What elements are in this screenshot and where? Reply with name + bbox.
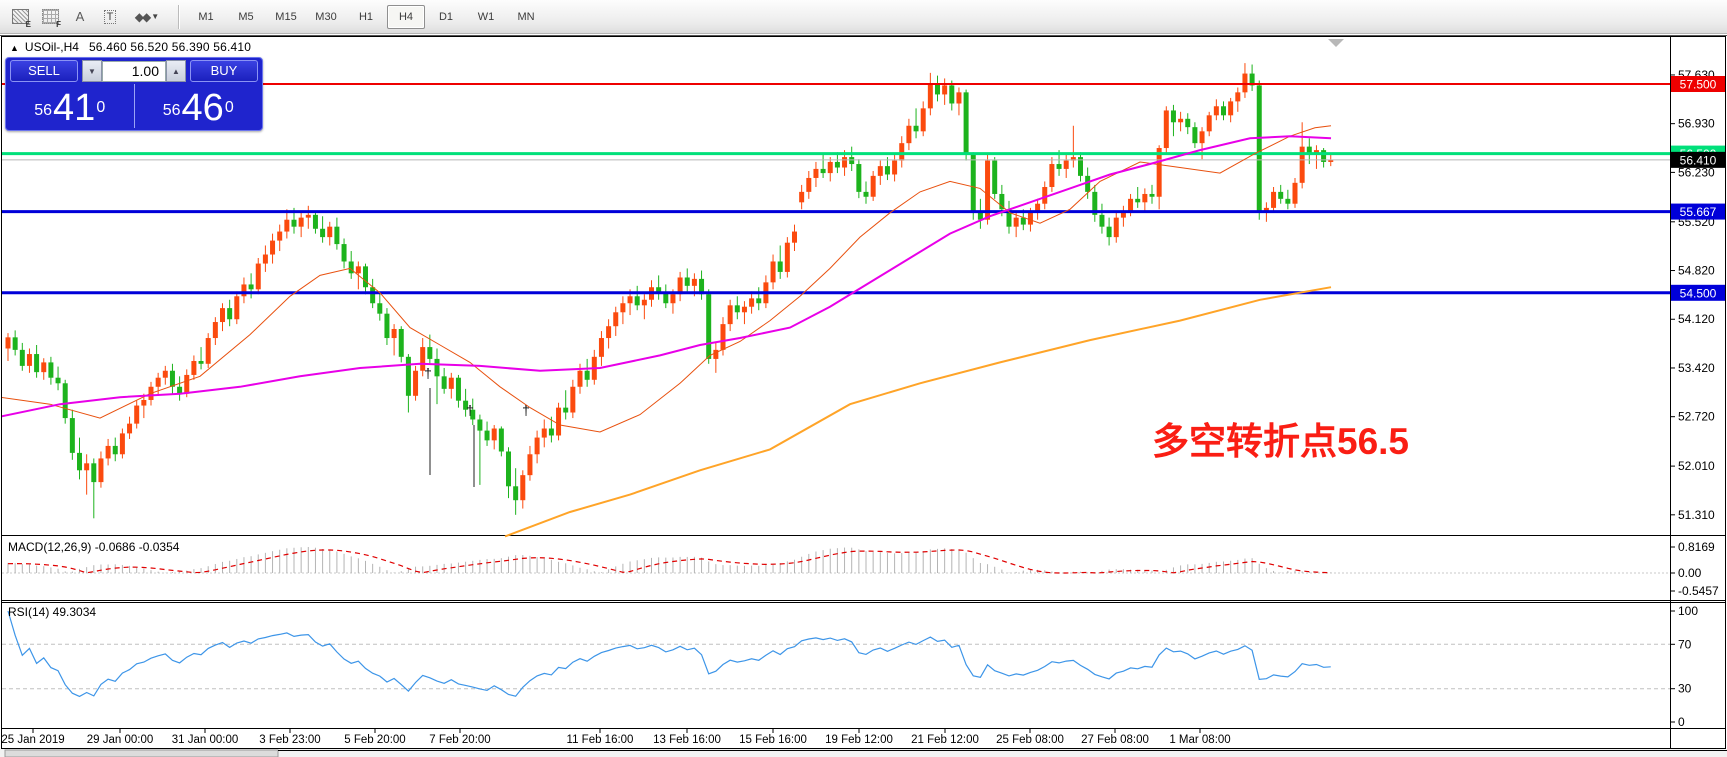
svg-text:19 Feb 12:00: 19 Feb 12:00 bbox=[825, 734, 893, 746]
svg-text:100: 100 bbox=[1678, 604, 1698, 618]
volume-stepper: ▼ 1.00 ▲ bbox=[82, 60, 186, 82]
svg-text:54.820: 54.820 bbox=[1678, 264, 1715, 278]
timeframe-button-m30[interactable]: M30 bbox=[307, 5, 345, 29]
svg-text:†: † bbox=[466, 402, 474, 418]
svg-text:-0.5457: -0.5457 bbox=[1678, 584, 1719, 598]
svg-text:57.500: 57.500 bbox=[1680, 78, 1717, 92]
svg-text:53.420: 53.420 bbox=[1678, 361, 1715, 375]
svg-text:29 Jan 00:00: 29 Jan 00:00 bbox=[87, 734, 154, 746]
symbol-period-label: USOil-,H4 bbox=[25, 40, 79, 54]
svg-text:55.667: 55.667 bbox=[1680, 205, 1717, 219]
ohlc-values: 56.460 56.520 56.390 56.410 bbox=[89, 40, 251, 54]
indicator-patterns-icon[interactable]: E bbox=[6, 4, 34, 30]
svg-text:27 Feb 08:00: 27 Feb 08:00 bbox=[1081, 734, 1149, 746]
timeframe-button-d1[interactable]: D1 bbox=[427, 5, 465, 29]
timeframe-button-mn[interactable]: MN bbox=[507, 5, 545, 29]
chart-canvas[interactable]: †††57.63056.93056.23055.52054.82054.1205… bbox=[0, 35, 1727, 757]
svg-text:25 Jan 2019: 25 Jan 2019 bbox=[1, 734, 64, 746]
timeframe-button-h1[interactable]: H1 bbox=[347, 5, 385, 29]
fibonacci-grid-icon[interactable]: F bbox=[36, 4, 64, 30]
main-toolbar: E F A T ◆◆▼ M1M5M15M30H1H4D1W1MN bbox=[0, 0, 1727, 34]
sell-price[interactable]: 56410 bbox=[6, 84, 135, 128]
chart-window[interactable]: †††57.63056.93056.23055.52054.82054.1205… bbox=[0, 35, 1727, 750]
macd-label: MACD(12,26,9) -0.0686 -0.0354 bbox=[8, 540, 180, 554]
svg-text:11 Feb 16:00: 11 Feb 16:00 bbox=[567, 734, 634, 746]
svg-text:21 Feb 12:00: 21 Feb 12:00 bbox=[911, 734, 979, 746]
svg-text:31 Jan 00:00: 31 Jan 00:00 bbox=[172, 734, 239, 746]
svg-text:54.500: 54.500 bbox=[1680, 286, 1717, 300]
timeframe-button-h4[interactable]: H4 bbox=[387, 5, 425, 29]
toolbar-separator bbox=[178, 5, 179, 29]
text-tool-icon[interactable]: T bbox=[96, 4, 124, 30]
svg-text:30: 30 bbox=[1678, 682, 1692, 696]
svg-text:25 Feb 08:00: 25 Feb 08:00 bbox=[996, 734, 1064, 746]
sell-button[interactable]: SELL bbox=[10, 60, 78, 82]
svg-text:56.410: 56.410 bbox=[1680, 153, 1717, 167]
one-click-trade-panel: SELL ▼ 1.00 ▲ BUY 56410 56460 bbox=[5, 57, 263, 131]
timeframe-button-w1[interactable]: W1 bbox=[467, 5, 505, 29]
svg-text:0: 0 bbox=[1678, 715, 1685, 729]
svg-text:1 Mar 08:00: 1 Mar 08:00 bbox=[1169, 734, 1230, 746]
timeframe-button-m15[interactable]: M15 bbox=[267, 5, 305, 29]
chart-text-annotation: 多空转折点56.5 bbox=[1152, 411, 1409, 465]
svg-text:5 Feb 20:00: 5 Feb 20:00 bbox=[344, 734, 405, 746]
label-tool-icon[interactable]: A bbox=[66, 4, 94, 30]
svg-text:13 Feb 16:00: 13 Feb 16:00 bbox=[653, 734, 721, 746]
timeframe-button-m5[interactable]: M5 bbox=[227, 5, 265, 29]
shapes-dropdown-icon[interactable]: ◆◆▼ bbox=[126, 4, 168, 30]
docked-panel-tab[interactable] bbox=[5, 750, 278, 757]
svg-text:7 Feb 20:00: 7 Feb 20:00 bbox=[429, 734, 490, 746]
chart-title: ▲ USOil-,H4 56.460 56.520 56.390 56.410 bbox=[10, 40, 251, 54]
svg-text:15 Feb 16:00: 15 Feb 16:00 bbox=[739, 734, 807, 746]
collapse-ohlc-icon[interactable]: ▲ bbox=[10, 43, 19, 53]
buy-button[interactable]: BUY bbox=[190, 60, 258, 82]
volume-increase-button[interactable]: ▲ bbox=[166, 60, 186, 82]
timeframe-button-m1[interactable]: M1 bbox=[187, 5, 225, 29]
rsi-label: RSI(14) 49.3034 bbox=[8, 605, 96, 619]
volume-input[interactable]: 1.00 bbox=[102, 61, 166, 82]
svg-text:54.120: 54.120 bbox=[1678, 312, 1715, 326]
svg-text:52.720: 52.720 bbox=[1678, 410, 1715, 424]
buy-price[interactable]: 56460 bbox=[135, 84, 263, 128]
svg-text:70: 70 bbox=[1678, 637, 1692, 651]
svg-text:†: † bbox=[424, 365, 432, 381]
svg-text:0.00: 0.00 bbox=[1678, 566, 1702, 580]
svg-text:0.8169: 0.8169 bbox=[1678, 540, 1715, 554]
timeframe-bar: M1M5M15M30H1H4D1W1MN bbox=[187, 5, 545, 29]
svg-text:52.010: 52.010 bbox=[1678, 459, 1715, 473]
volume-decrease-button[interactable]: ▼ bbox=[82, 60, 102, 82]
svg-text:56.930: 56.930 bbox=[1678, 117, 1715, 131]
svg-text:3 Feb 23:00: 3 Feb 23:00 bbox=[259, 734, 320, 746]
svg-text:51.310: 51.310 bbox=[1678, 508, 1715, 522]
